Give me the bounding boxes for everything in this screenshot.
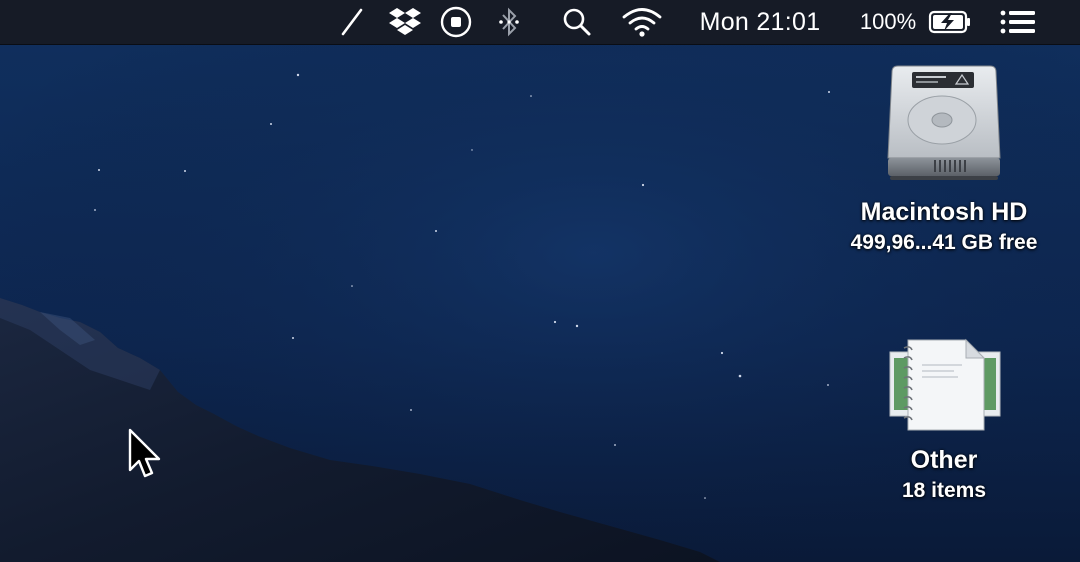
- pen-icon[interactable]: [332, 0, 372, 44]
- wifi-icon[interactable]: [618, 0, 666, 44]
- notification-center-icon[interactable]: [996, 0, 1040, 44]
- battery-charging-icon[interactable]: [926, 0, 974, 44]
- desktop-icon-other[interactable]: Other 18 items: [812, 334, 1076, 503]
- stop-record-icon[interactable]: [436, 0, 476, 44]
- documents-stack-icon: [889, 338, 1001, 431]
- battery-percentage[interactable]: 100%: [856, 0, 920, 44]
- mouse-cursor-icon: [128, 428, 161, 478]
- desktop[interactable]: Mon 21:01 100% Macintosh HD 499,96...41 …: [0, 0, 1080, 562]
- menu-clock[interactable]: Mon 21:01: [692, 0, 828, 44]
- spotlight-search-icon[interactable]: [558, 0, 596, 44]
- other-label: Other: [910, 446, 978, 474]
- hard-drive-icon: [887, 65, 1001, 180]
- bluetooth-icon[interactable]: [492, 0, 526, 44]
- menu-bar: Mon 21:01 100%: [0, 0, 1080, 45]
- dropbox-icon[interactable]: [383, 0, 427, 44]
- macintosh-hd-label: Macintosh HD: [860, 198, 1028, 226]
- macintosh-hd-free-space: 499,96...41 GB free: [850, 231, 1038, 254]
- desktop-icon-macintosh-hd[interactable]: Macintosh HD 499,96...41 GB free: [812, 58, 1076, 255]
- other-item-count: 18 items: [901, 479, 987, 502]
